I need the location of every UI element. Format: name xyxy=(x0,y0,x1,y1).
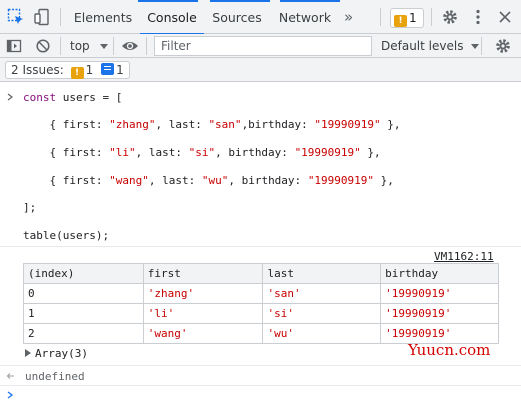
devtools-tabbar: Elements Console Sources Network » ! 1 xyxy=(0,0,521,35)
table-row: 1 'li' 'si' '19990919' xyxy=(23,303,499,324)
sidebar-toggle-icon[interactable] xyxy=(6,38,22,54)
context-selector[interactable]: top xyxy=(70,34,108,58)
log-levels-dropdown[interactable]: Default levels xyxy=(381,34,480,58)
close-devtools-icon[interactable] xyxy=(496,8,514,26)
code-line: { first: "li", last: "si", birthday: "19… xyxy=(23,146,381,159)
input-chevron-icon xyxy=(7,93,13,101)
table-cell: 'san' xyxy=(262,283,382,304)
column-header-birthday[interactable]: birthday xyxy=(380,263,499,284)
warning-count: 1 xyxy=(85,63,94,77)
filter-input[interactable] xyxy=(154,36,372,56)
table-row: 0 'zhang' 'san' '19990919' xyxy=(23,283,499,304)
issues-counter-button[interactable]: ! 1 xyxy=(390,8,424,28)
toolbar-divider xyxy=(431,8,432,26)
toolbar-divider xyxy=(146,37,147,55)
result-value: undefined xyxy=(25,370,85,383)
table-cell-index: 1 xyxy=(23,303,144,324)
tab-elements[interactable]: Elements xyxy=(68,0,138,34)
column-header-last[interactable]: last xyxy=(262,263,382,284)
chevron-down-icon xyxy=(99,44,108,49)
inspect-element-icon[interactable] xyxy=(7,8,25,26)
eye-icon[interactable] xyxy=(121,38,139,54)
issues-button[interactable]: 2 Issues: ! 1 1 xyxy=(5,61,130,79)
array-expander[interactable]: Array(3) xyxy=(25,347,88,360)
code-line: { first: "wang", last: "wu", birthday: "… xyxy=(23,174,394,187)
watermark: Yuucn.com xyxy=(408,341,491,359)
device-toolbar-icon[interactable] xyxy=(33,8,51,26)
column-header-first[interactable]: first xyxy=(142,263,264,284)
console-prompt-input[interactable] xyxy=(20,387,515,403)
message-divider xyxy=(0,365,521,366)
clear-console-icon[interactable] xyxy=(35,38,51,54)
context-label: top xyxy=(70,39,90,53)
table-cell: '19990919' xyxy=(380,303,499,324)
console-toolbar: top Default levels xyxy=(0,34,521,58)
prompt-icon xyxy=(7,391,14,399)
info-message-icon xyxy=(101,63,115,75)
table-cell: 'wang' xyxy=(142,323,264,344)
table-cell: 'zhang' xyxy=(142,283,264,304)
tab-sources[interactable]: Sources xyxy=(206,0,268,34)
table-cell: 'wu' xyxy=(262,323,382,344)
issue-count: 1 xyxy=(409,11,417,25)
source-location-link[interactable]: VM1162:11 xyxy=(434,250,494,263)
console-gear-icon[interactable] xyxy=(494,37,512,55)
issues-label: 2 Issues: xyxy=(11,63,64,77)
toolbar-divider xyxy=(113,37,114,55)
result-arrow-icon xyxy=(6,373,14,379)
table-cell: 'li' xyxy=(142,303,264,324)
tab-network[interactable]: Network xyxy=(274,0,336,34)
toolbar-divider xyxy=(380,8,381,26)
console-table: (index) first last birthday 0 'zhang' 's… xyxy=(23,263,499,344)
column-header-index[interactable]: (index) xyxy=(23,263,144,284)
toolbar-divider xyxy=(481,37,482,55)
log-levels-label: Default levels xyxy=(381,39,464,53)
warning-icon: ! xyxy=(70,67,84,79)
code-line: { first: "zhang", last: "san",birthday: … xyxy=(23,118,401,131)
code-line: table(users); xyxy=(23,229,110,242)
toolbar-divider xyxy=(60,8,61,26)
issues-bar: 2 Issues: ! 1 1 xyxy=(0,58,521,82)
code-line: const users = [ xyxy=(23,91,123,104)
toolbar-divider xyxy=(60,37,61,55)
info-count: 1 xyxy=(116,63,124,77)
tab-console[interactable]: Console xyxy=(140,0,204,35)
array-label: Array(3) xyxy=(35,347,88,360)
message-divider xyxy=(0,385,521,386)
more-tabs-button[interactable]: » xyxy=(344,0,353,34)
table-cell: '19990919' xyxy=(380,283,499,304)
code-line-rest: users = [ xyxy=(62,91,123,104)
table-header-row: (index) first last birthday xyxy=(23,263,499,284)
table-cell-index: 0 xyxy=(23,283,144,304)
table-cell-index: 2 xyxy=(23,323,144,344)
kebab-menu-icon[interactable] xyxy=(469,8,487,26)
warning-icon: ! xyxy=(394,15,407,27)
table-cell: 'si' xyxy=(262,303,382,324)
collapse-triangle-icon xyxy=(25,349,31,357)
gear-icon[interactable] xyxy=(441,8,459,26)
code-line: ]; xyxy=(23,201,37,214)
message-divider xyxy=(0,246,521,247)
chevron-down-icon xyxy=(471,44,480,49)
